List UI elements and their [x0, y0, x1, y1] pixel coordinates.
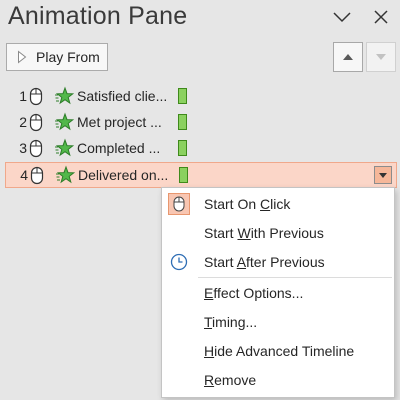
menu-item-hide-advanced-timeline[interactable]: Hide Advanced Timeline: [162, 338, 394, 364]
menu-item-label: Start On Click: [204, 196, 291, 212]
star-entrance-icon: [55, 138, 74, 157]
timeline-bar: [179, 167, 188, 183]
star-entrance-icon: [56, 165, 75, 184]
mouse-icon: [168, 193, 190, 215]
animation-item[interactable]: 1 Satisfied clie...: [5, 84, 397, 110]
clock-icon: [168, 251, 190, 273]
timeline-bar: [178, 140, 187, 156]
menu-separator: [198, 277, 392, 278]
mouse-icon: [30, 166, 44, 185]
star-entrance-icon: [55, 86, 74, 105]
animation-list: 1 Satisfied clie... 2 Met project ... 3 …: [5, 84, 397, 188]
menu-item-effect-options[interactable]: Effect Options...: [162, 280, 394, 306]
menu-item-start-with-previous[interactable]: Start With Previous: [162, 220, 394, 246]
item-dropdown-button[interactable]: [374, 166, 392, 184]
animation-item[interactable]: 2 Met project ...: [5, 110, 397, 136]
animation-number: 3: [19, 140, 27, 156]
play-icon: [18, 50, 27, 64]
animation-number: 4: [20, 167, 28, 183]
menu-item-start-after-previous[interactable]: Start After Previous: [162, 249, 394, 275]
animation-label: Delivered on...: [78, 167, 169, 183]
animation-label: Completed ...: [77, 140, 161, 156]
animation-label: Satisfied clie...: [77, 88, 168, 104]
star-entrance-icon: [55, 112, 74, 131]
move-up-button[interactable]: [333, 42, 363, 72]
menu-item-label: Hide Advanced Timeline: [204, 343, 355, 359]
menu-item-label: Remove: [204, 372, 257, 388]
pane-title: Animation Pane: [8, 2, 188, 30]
timeline-bar: [178, 114, 187, 130]
mouse-icon: [29, 113, 43, 132]
menu-item-remove[interactable]: Remove: [162, 367, 394, 393]
timeline-bar: [178, 88, 187, 104]
animation-item-selected[interactable]: 4 Delivered on...: [5, 162, 397, 188]
play-from-label: Play From: [36, 49, 100, 65]
menu-item-label: Start With Previous: [204, 225, 324, 241]
animation-number: 2: [19, 114, 27, 130]
animation-label: Met project ...: [77, 114, 162, 130]
chevron-down-icon: [379, 172, 387, 178]
mouse-icon: [29, 139, 43, 158]
triangle-up-icon: [343, 54, 353, 60]
animation-number: 1: [19, 88, 27, 104]
move-down-button[interactable]: [366, 42, 396, 72]
menu-item-label: Start After Previous: [204, 254, 325, 270]
play-from-button[interactable]: Play From: [6, 43, 108, 71]
animation-item[interactable]: 3 Completed ...: [5, 136, 397, 162]
animation-context-menu: Start On Click Start With Previous Start…: [161, 187, 395, 398]
menu-item-timing[interactable]: Timing...: [162, 309, 394, 335]
menu-item-start-on-click[interactable]: Start On Click: [162, 191, 394, 217]
mouse-icon: [29, 87, 43, 106]
menu-item-label: Timing...: [204, 314, 258, 330]
close-icon[interactable]: [370, 6, 392, 28]
menu-item-label: Effect Options...: [204, 285, 304, 301]
chevron-down-icon[interactable]: [331, 6, 353, 28]
triangle-down-icon: [376, 54, 386, 60]
